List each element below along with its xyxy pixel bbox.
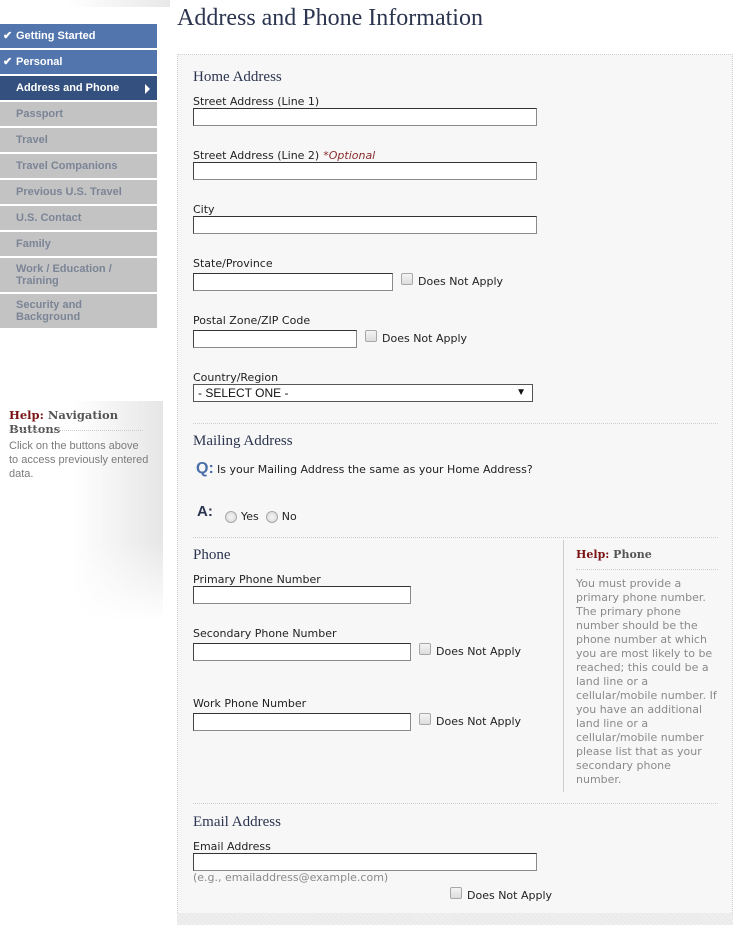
phone-help-panel: Help: Phone You must provide a primary p… — [563, 540, 718, 792]
dropdown-arrow-icon: ▼ — [516, 387, 526, 398]
street2-input[interactable] — [193, 162, 537, 180]
checkbox[interactable] — [450, 886, 462, 899]
secondary-phone-does-not-apply[interactable]: Does Not Apply — [419, 642, 521, 658]
top-shade — [0, 0, 170, 7]
street1-label: Street Address (Line 1) — [193, 95, 320, 108]
radio-no[interactable]: No — [265, 510, 297, 523]
work-phone-label: Work Phone Number — [193, 697, 307, 710]
question-marker: Q: — [196, 460, 214, 477]
state-input[interactable] — [193, 273, 393, 291]
sidebar-item-label: U.S. Contact — [16, 212, 82, 224]
answer-marker: A: — [197, 503, 213, 520]
form-panel — [177, 54, 733, 925]
divider — [193, 537, 718, 538]
secondary-phone-input[interactable] — [193, 643, 411, 661]
sidebar-item-us-contact: U.S. Contact — [0, 206, 157, 230]
help-text: Click on the buttons above to access pre… — [9, 440, 149, 480]
checkbox[interactable] — [419, 642, 431, 655]
check-icon: ✔ — [3, 56, 13, 68]
sidebar-item-travel-companions: Travel Companions — [0, 154, 157, 178]
check-icon: ✔ — [3, 30, 13, 42]
sidebar-item-travel: Travel — [0, 128, 157, 152]
phone-heading: Phone — [193, 547, 231, 563]
city-label: City — [193, 203, 215, 216]
secondary-phone-label: Secondary Phone Number — [193, 627, 337, 640]
panel-bottom-edge — [177, 913, 733, 925]
sidebar-item-security-and-background: Security and Background — [0, 294, 157, 328]
mailing-same-radio-group: Yes No — [225, 510, 304, 523]
sidebar-item-passport: Passport — [0, 102, 157, 126]
sidebar-nav: ✔ Getting Started ✔ Personal Address and… — [0, 24, 157, 330]
sidebar-item-work-education-training: Work / Education / Training — [0, 258, 157, 292]
sidebar-item-label: Travel Companions — [16, 160, 118, 172]
help-navigation-panel: Help: Navigation Buttons Click on the bu… — [0, 401, 163, 621]
checkbox[interactable] — [401, 272, 413, 285]
sidebar-item-label: Security and Background — [16, 299, 83, 323]
city-input[interactable] — [193, 216, 537, 234]
email-input[interactable] — [193, 853, 537, 871]
radio-button[interactable] — [265, 510, 278, 523]
email-heading: Email Address — [193, 814, 281, 830]
help-title: Help: Navigation Buttons — [9, 408, 119, 436]
page-title: Address and Phone Information — [177, 5, 483, 31]
sidebar-item-family: Family — [0, 232, 157, 256]
email-hint: (e.g., emailaddress@example.com) — [193, 871, 389, 884]
email-label: Email Address — [193, 840, 271, 853]
checkbox[interactable] — [365, 329, 377, 342]
sidebar-item-label: Travel — [16, 134, 48, 146]
radio-yes[interactable]: Yes — [225, 510, 259, 523]
divider — [193, 423, 718, 424]
sidebar-item-label: Getting Started — [16, 30, 96, 42]
checkbox[interactable] — [419, 712, 431, 725]
postal-label: Postal Zone/ZIP Code — [193, 314, 311, 327]
mailing-question: Is your Mailing Address the same as your… — [217, 463, 533, 476]
sidebar-item-getting-started[interactable]: ✔ Getting Started — [0, 24, 157, 48]
sidebar-item-label: Work / Education / Training — [16, 263, 112, 287]
primary-phone-label: Primary Phone Number — [193, 573, 321, 586]
email-does-not-apply[interactable]: Does Not Apply — [450, 886, 552, 902]
postal-input[interactable] — [193, 330, 357, 348]
country-select[interactable]: - SELECT ONE - ▼ — [193, 384, 533, 402]
state-does-not-apply[interactable]: Does Not Apply — [401, 272, 503, 288]
help-title: Help: Phone — [576, 548, 652, 561]
primary-phone-input[interactable] — [193, 586, 411, 604]
sidebar-item-label: Previous U.S. Travel — [16, 186, 122, 198]
state-label: State/Province — [193, 257, 273, 270]
work-phone-does-not-apply[interactable]: Does Not Apply — [419, 712, 521, 728]
sidebar-item-address-and-phone[interactable]: Address and Phone — [0, 76, 157, 100]
postal-does-not-apply[interactable]: Does Not Apply — [365, 329, 467, 345]
optional-note: *Optional — [323, 149, 376, 162]
sidebar-item-label: Family — [16, 238, 51, 250]
sidebar-item-label: Address and Phone — [16, 82, 120, 94]
arrow-right-icon — [145, 84, 150, 94]
sidebar-item-label: Personal — [16, 56, 63, 68]
sidebar-item-previous-us-travel: Previous U.S. Travel — [0, 180, 157, 204]
help-text: You must provide a primary phone number.… — [576, 577, 717, 786]
divider — [193, 803, 718, 804]
divider — [9, 430, 143, 431]
home-address-heading: Home Address — [193, 69, 282, 85]
radio-button[interactable] — [225, 510, 237, 523]
country-label: Country/Region — [193, 371, 279, 384]
sidebar-item-personal[interactable]: ✔ Personal — [0, 50, 157, 74]
street2-label: Street Address (Line 2) *Optional — [193, 149, 376, 162]
mailing-address-heading: Mailing Address — [193, 433, 293, 449]
divider — [576, 569, 718, 570]
street1-input[interactable] — [193, 108, 537, 126]
sidebar-item-label: Passport — [16, 108, 64, 120]
work-phone-input[interactable] — [193, 713, 411, 731]
